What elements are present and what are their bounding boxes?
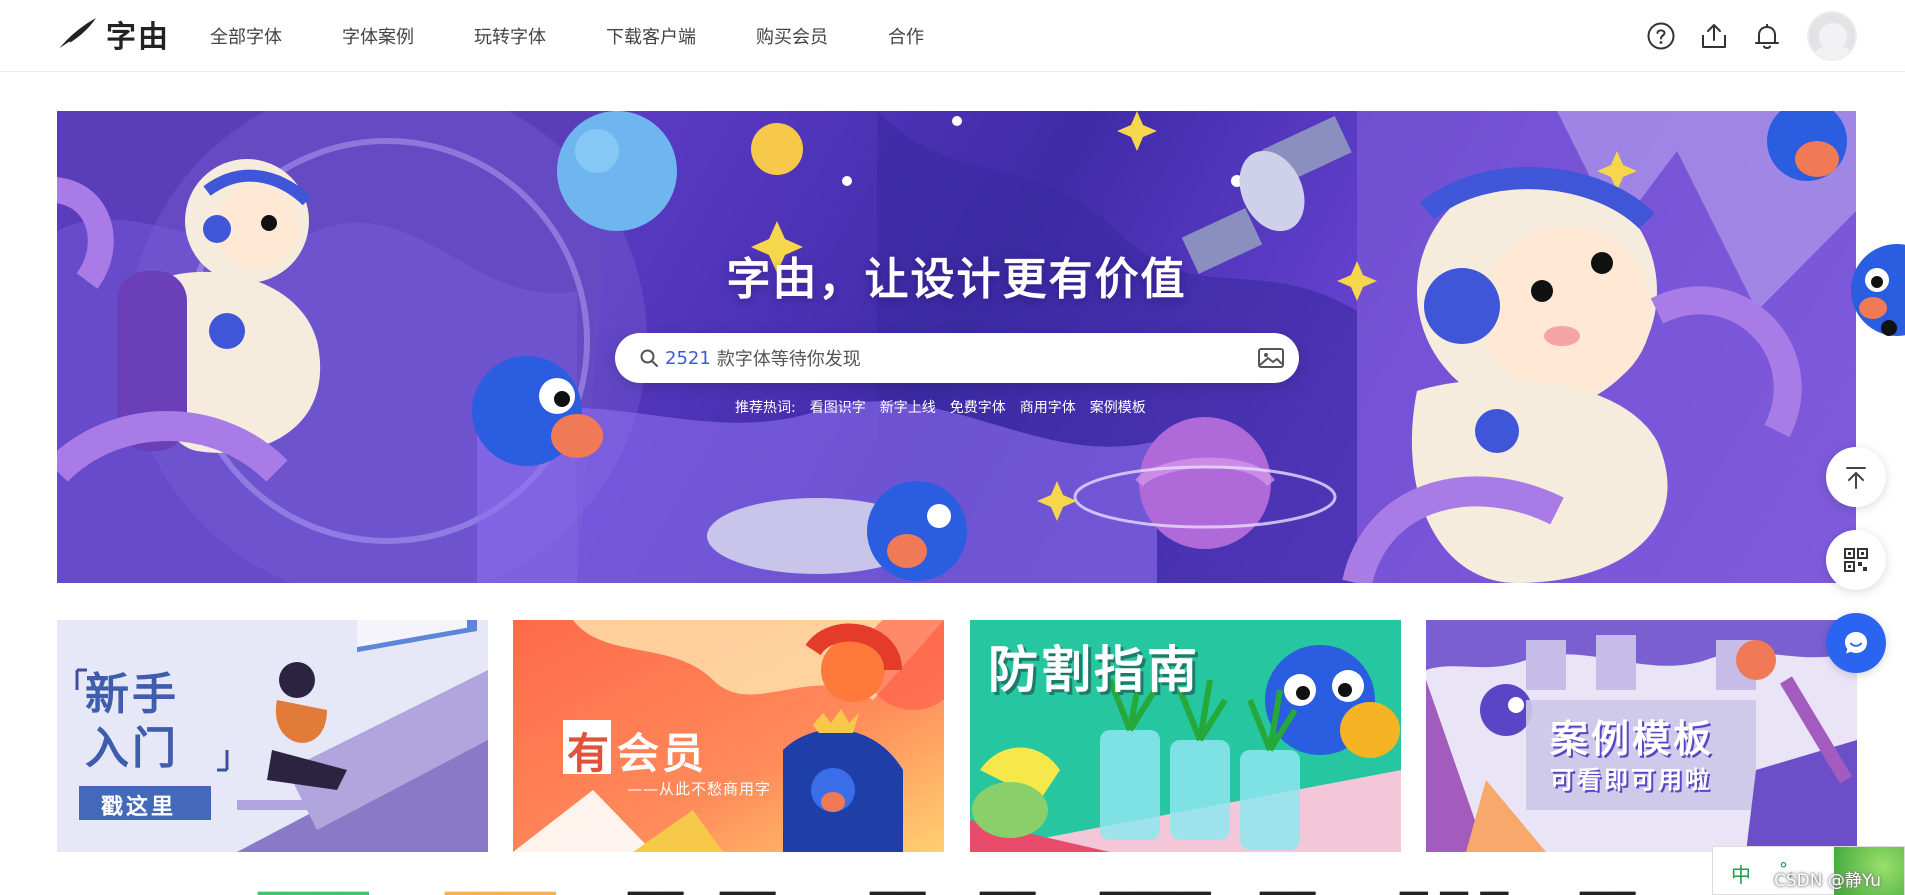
avatar[interactable]: [1807, 11, 1857, 61]
card-anti-cut-guide[interactable]: 防割指南: [970, 620, 1401, 852]
font-search-box[interactable]: 2521 款字体等待你发现: [615, 333, 1299, 383]
card-membership-subtitle: ——从此不愁商用字: [627, 780, 772, 798]
main-nav: 全部字体 字体案例 玩转字体 下载客户端 购买会员 合作: [210, 0, 984, 72]
hot-keywords-label: 推荐热词:: [735, 400, 796, 416]
feature-cards: 新手 入门 戳这里 有 会员 ——从此不愁商用字 防割指南 案例模板 可看即可用…: [57, 620, 1857, 852]
qr-code-button[interactable]: [1826, 530, 1886, 590]
nav-cooperation[interactable]: 合作: [888, 23, 924, 49]
hot-word-case-templates[interactable]: 案例模板: [1090, 397, 1146, 417]
chat-support-button[interactable]: [1826, 613, 1886, 673]
banner-title: 字由，让设计更有价值: [726, 254, 1187, 305]
ime-language: 中: [1731, 863, 1751, 887]
back-to-top-icon: [1846, 467, 1866, 489]
card-beginner-guide[interactable]: 新手 入门 戳这里: [57, 620, 488, 852]
search-placeholder[interactable]: 款字体等待你发现: [717, 345, 1257, 371]
header-actions: [1624, 10, 1857, 62]
hero-banner: 字由，让设计更有价值 2521 款字体等待你发现 推荐热词: 看图识字 新字上线…: [57, 111, 1856, 583]
nav-font-cases[interactable]: 字体案例: [342, 23, 414, 49]
card-anti-cut-title: 防割指南: [988, 641, 1200, 699]
card-case-templates-title: 案例模板: [1550, 717, 1715, 761]
feather-logo-icon: [57, 18, 96, 51]
site-logo[interactable]: 字由: [56, 14, 170, 55]
help-icon[interactable]: [1645, 20, 1677, 52]
nav-all-fonts[interactable]: 全部字体: [210, 23, 282, 49]
card-beginner-line2: 入门: [85, 723, 179, 774]
hot-word-free-fonts[interactable]: 免费字体: [950, 397, 1006, 417]
section-tabs-partial: ▄▄▄▄ ▄▄▄▄ ▄▄ ▄▄ ▄▄ ▄▄ ▄▄▄▄ ▄▄ ▄ ▄ ▄ ▄▄: [258, 872, 1636, 895]
qr-code-icon: [1844, 548, 1868, 572]
image-search-icon[interactable]: [1257, 346, 1285, 370]
logo-text: 字由: [106, 20, 170, 55]
card-membership-mark: 有: [567, 729, 613, 778]
card-membership-title: 会员: [617, 729, 708, 778]
nav-buy-membership[interactable]: 购买会员: [756, 23, 828, 49]
hot-word-commercial-fonts[interactable]: 商用字体: [1020, 397, 1076, 417]
card-beginner-button[interactable]: 戳这里: [101, 789, 176, 821]
card-case-templates[interactable]: 案例模板 可看即可用啦: [1426, 620, 1857, 852]
mascot-bird-icon[interactable]: [1847, 230, 1905, 350]
font-count: 2521: [665, 347, 711, 369]
back-to-top-button[interactable]: [1826, 447, 1886, 507]
nav-download-client[interactable]: 下载客户端: [606, 23, 696, 49]
search-icon[interactable]: [639, 348, 659, 368]
top-navbar: 字由 全部字体 字体案例 玩转字体 下载客户端 购买会员 合作: [0, 0, 1905, 72]
hot-word-new-fonts[interactable]: 新字上线: [880, 397, 936, 417]
hot-keywords: 推荐热词: 看图识字 新字上线 免费字体 商用字体 案例模板: [735, 397, 1146, 417]
csdn-watermark: CSDN @静Yu: [1774, 871, 1882, 891]
card-case-templates-subtitle: 可看即可用啦: [1550, 766, 1712, 794]
card-membership[interactable]: 有 会员 ——从此不愁商用字: [513, 620, 944, 852]
upload-icon[interactable]: [1698, 20, 1730, 52]
bell-icon[interactable]: [1751, 20, 1783, 52]
chat-icon: [1845, 632, 1867, 654]
nav-play-fonts[interactable]: 玩转字体: [474, 23, 546, 49]
hot-word-image-recognition[interactable]: 看图识字: [810, 397, 866, 417]
card-beginner-line1: 新手: [85, 669, 179, 720]
